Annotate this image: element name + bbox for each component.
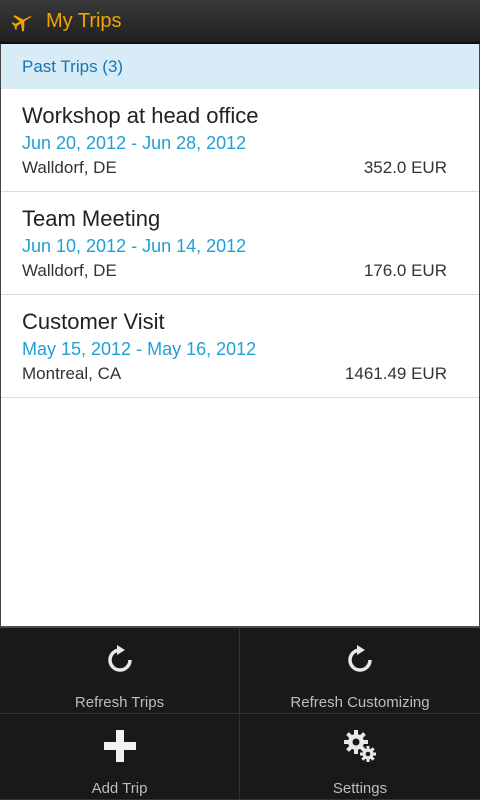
refresh-customizing-button[interactable]: Refresh Customizing	[240, 628, 480, 714]
menu-label: Refresh Trips	[74, 694, 165, 711]
trip-title: Team Meeting	[22, 206, 161, 231]
trip-list-item[interactable]: Team Meeting Jun 10, 2012 - Jun 14, 2012…	[0, 192, 480, 295]
refresh-trips-button[interactable]: Refresh Trips	[0, 628, 240, 714]
settings-button[interactable]: Settings	[240, 714, 480, 800]
trip-location: Montreal, CA	[22, 364, 122, 383]
menu-label: Add Trip	[91, 780, 148, 797]
refresh-icon	[340, 640, 380, 680]
trip-dates: Jun 20, 2012 - Jun 28, 2012	[22, 133, 247, 153]
trip-amount: 176.0 EUR	[363, 261, 447, 280]
trip-amount: 352.0 EUR	[363, 158, 447, 177]
content-border-left	[0, 44, 1, 626]
gear-icon	[340, 726, 380, 766]
trip-title: Workshop at head office	[22, 103, 259, 128]
options-menu: Refresh Trips Refresh Customizing Add Tr…	[0, 626, 480, 800]
trip-dates: May 15, 2012 - May 16, 2012	[22, 339, 257, 359]
trip-list: Workshop at head office Jun 20, 2012 - J…	[0, 89, 480, 398]
trip-location: Walldorf, DE	[22, 261, 117, 280]
trip-location: Walldorf, DE	[22, 158, 117, 177]
menu-label: Settings	[332, 780, 388, 797]
app-title: My Trips	[46, 9, 122, 32]
trip-dates: Jun 10, 2012 - Jun 14, 2012	[22, 236, 247, 256]
section-header-past-trips: Past Trips (3)	[0, 44, 480, 89]
trip-list-item[interactable]: Workshop at head office Jun 20, 2012 - J…	[0, 89, 480, 192]
add-trip-button[interactable]: Add Trip	[0, 714, 240, 800]
refresh-icon	[100, 640, 140, 680]
action-bar: My Trips	[0, 0, 480, 44]
plus-icon	[100, 726, 140, 766]
menu-label: Refresh Customizing	[290, 694, 430, 711]
airplane-icon[interactable]	[8, 6, 38, 36]
trip-amount: 1461.49 EUR	[344, 364, 447, 383]
trip-title: Customer Visit	[22, 309, 165, 334]
trip-list-item[interactable]: Customer Visit May 15, 2012 - May 16, 20…	[0, 295, 480, 398]
